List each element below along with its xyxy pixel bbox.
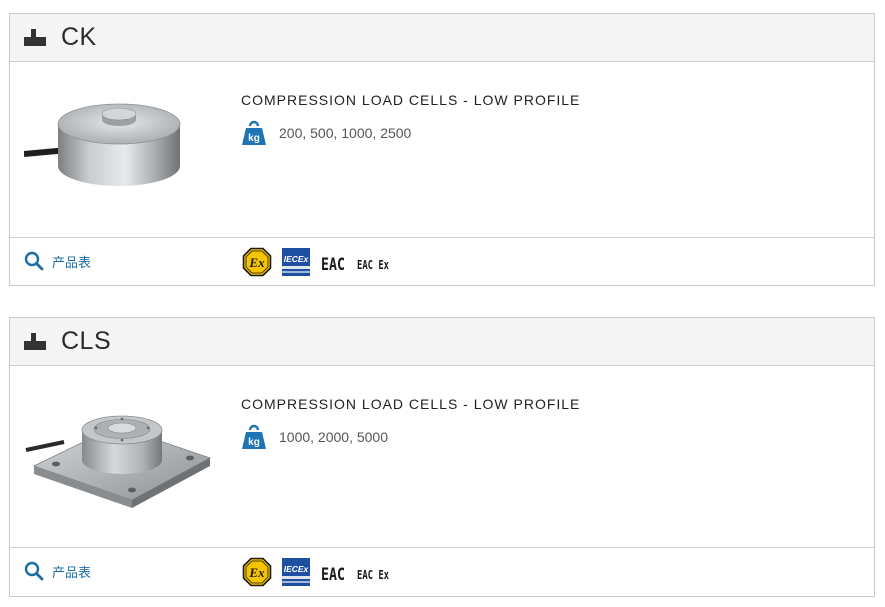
search-icon <box>24 561 44 581</box>
iecex-logo-icon: IECEx <box>282 558 310 586</box>
card-header: CK <box>10 14 874 62</box>
product-type-label: COMPRESSION LOAD CELLS - LOW PROFILE <box>241 92 581 108</box>
search-icon <box>24 251 44 271</box>
product-image-ck[interactable] <box>24 84 212 212</box>
product-image-cls[interactable] <box>24 386 212 518</box>
datasheet-label: 产品表 <box>52 565 92 581</box>
capacity-row: kg 1000, 2000, 5000 <box>241 424 388 450</box>
svg-text:EAC: EAC <box>321 255 345 275</box>
svg-text:IECEx: IECEx <box>284 254 310 264</box>
datasheet-label: 产品表 <box>52 255 92 271</box>
card-body: COMPRESSION LOAD CELLS - LOW PROFILE kg … <box>10 366 874 548</box>
svg-text:EAC Ex: EAC Ex <box>357 258 389 272</box>
capacity-row: kg 200, 500, 1000, 2500 <box>241 120 411 146</box>
svg-text:Ex: Ex <box>248 255 265 270</box>
svg-text:Ex: Ex <box>248 565 265 580</box>
kg-weight-icon: kg <box>242 424 266 449</box>
iecex-logo-icon: IECEx <box>282 248 310 276</box>
card-header: CLS <box>10 318 874 366</box>
svg-text:EAC Ex: EAC Ex <box>357 568 389 582</box>
certification-logos: Ex IECEx EAC EAC Ex <box>242 247 400 277</box>
card-footer: 产品表 Ex IECEx EAC EAC Ex <box>10 548 874 595</box>
product-card-ck: CK COMPRESSION LOAD CELLS - LOW PROFILE … <box>9 13 875 286</box>
datasheet-link[interactable]: 产品表 <box>24 561 91 581</box>
load-cell-icon <box>24 332 46 350</box>
capacity-values: 200, 500, 1000, 2500 <box>279 125 412 141</box>
eac-logo-icon: EAC <box>321 565 345 585</box>
eac-ex-logo-icon: EAC Ex <box>357 568 389 582</box>
card-body: COMPRESSION LOAD CELLS - LOW PROFILE kg … <box>10 62 874 238</box>
certification-logos: Ex IECEx EAC EAC Ex <box>242 557 400 587</box>
atex-ex-logo-icon: Ex <box>242 557 272 587</box>
datasheet-link[interactable]: 产品表 <box>24 251 91 271</box>
capacity-values: 1000, 2000, 5000 <box>279 429 388 445</box>
product-title[interactable]: CLS <box>61 327 111 356</box>
load-cell-icon <box>24 28 46 46</box>
svg-text:kg: kg <box>248 437 260 448</box>
product-type-label: COMPRESSION LOAD CELLS - LOW PROFILE <box>241 396 581 412</box>
product-title[interactable]: CK <box>61 23 97 52</box>
product-card-cls: CLS COMPRESSION LOAD CELLS - LOW PROFILE… <box>9 317 875 597</box>
eac-logo-icon: EAC <box>321 255 345 275</box>
atex-ex-logo-icon: Ex <box>242 247 272 277</box>
kg-weight-icon: kg <box>242 120 266 145</box>
card-footer: 产品表 Ex IECEx EAC EAC Ex <box>10 238 874 285</box>
svg-text:IECEx: IECEx <box>284 564 310 574</box>
svg-text:EAC: EAC <box>321 565 345 585</box>
svg-text:kg: kg <box>248 133 260 144</box>
eac-ex-logo-icon: EAC Ex <box>357 258 389 272</box>
